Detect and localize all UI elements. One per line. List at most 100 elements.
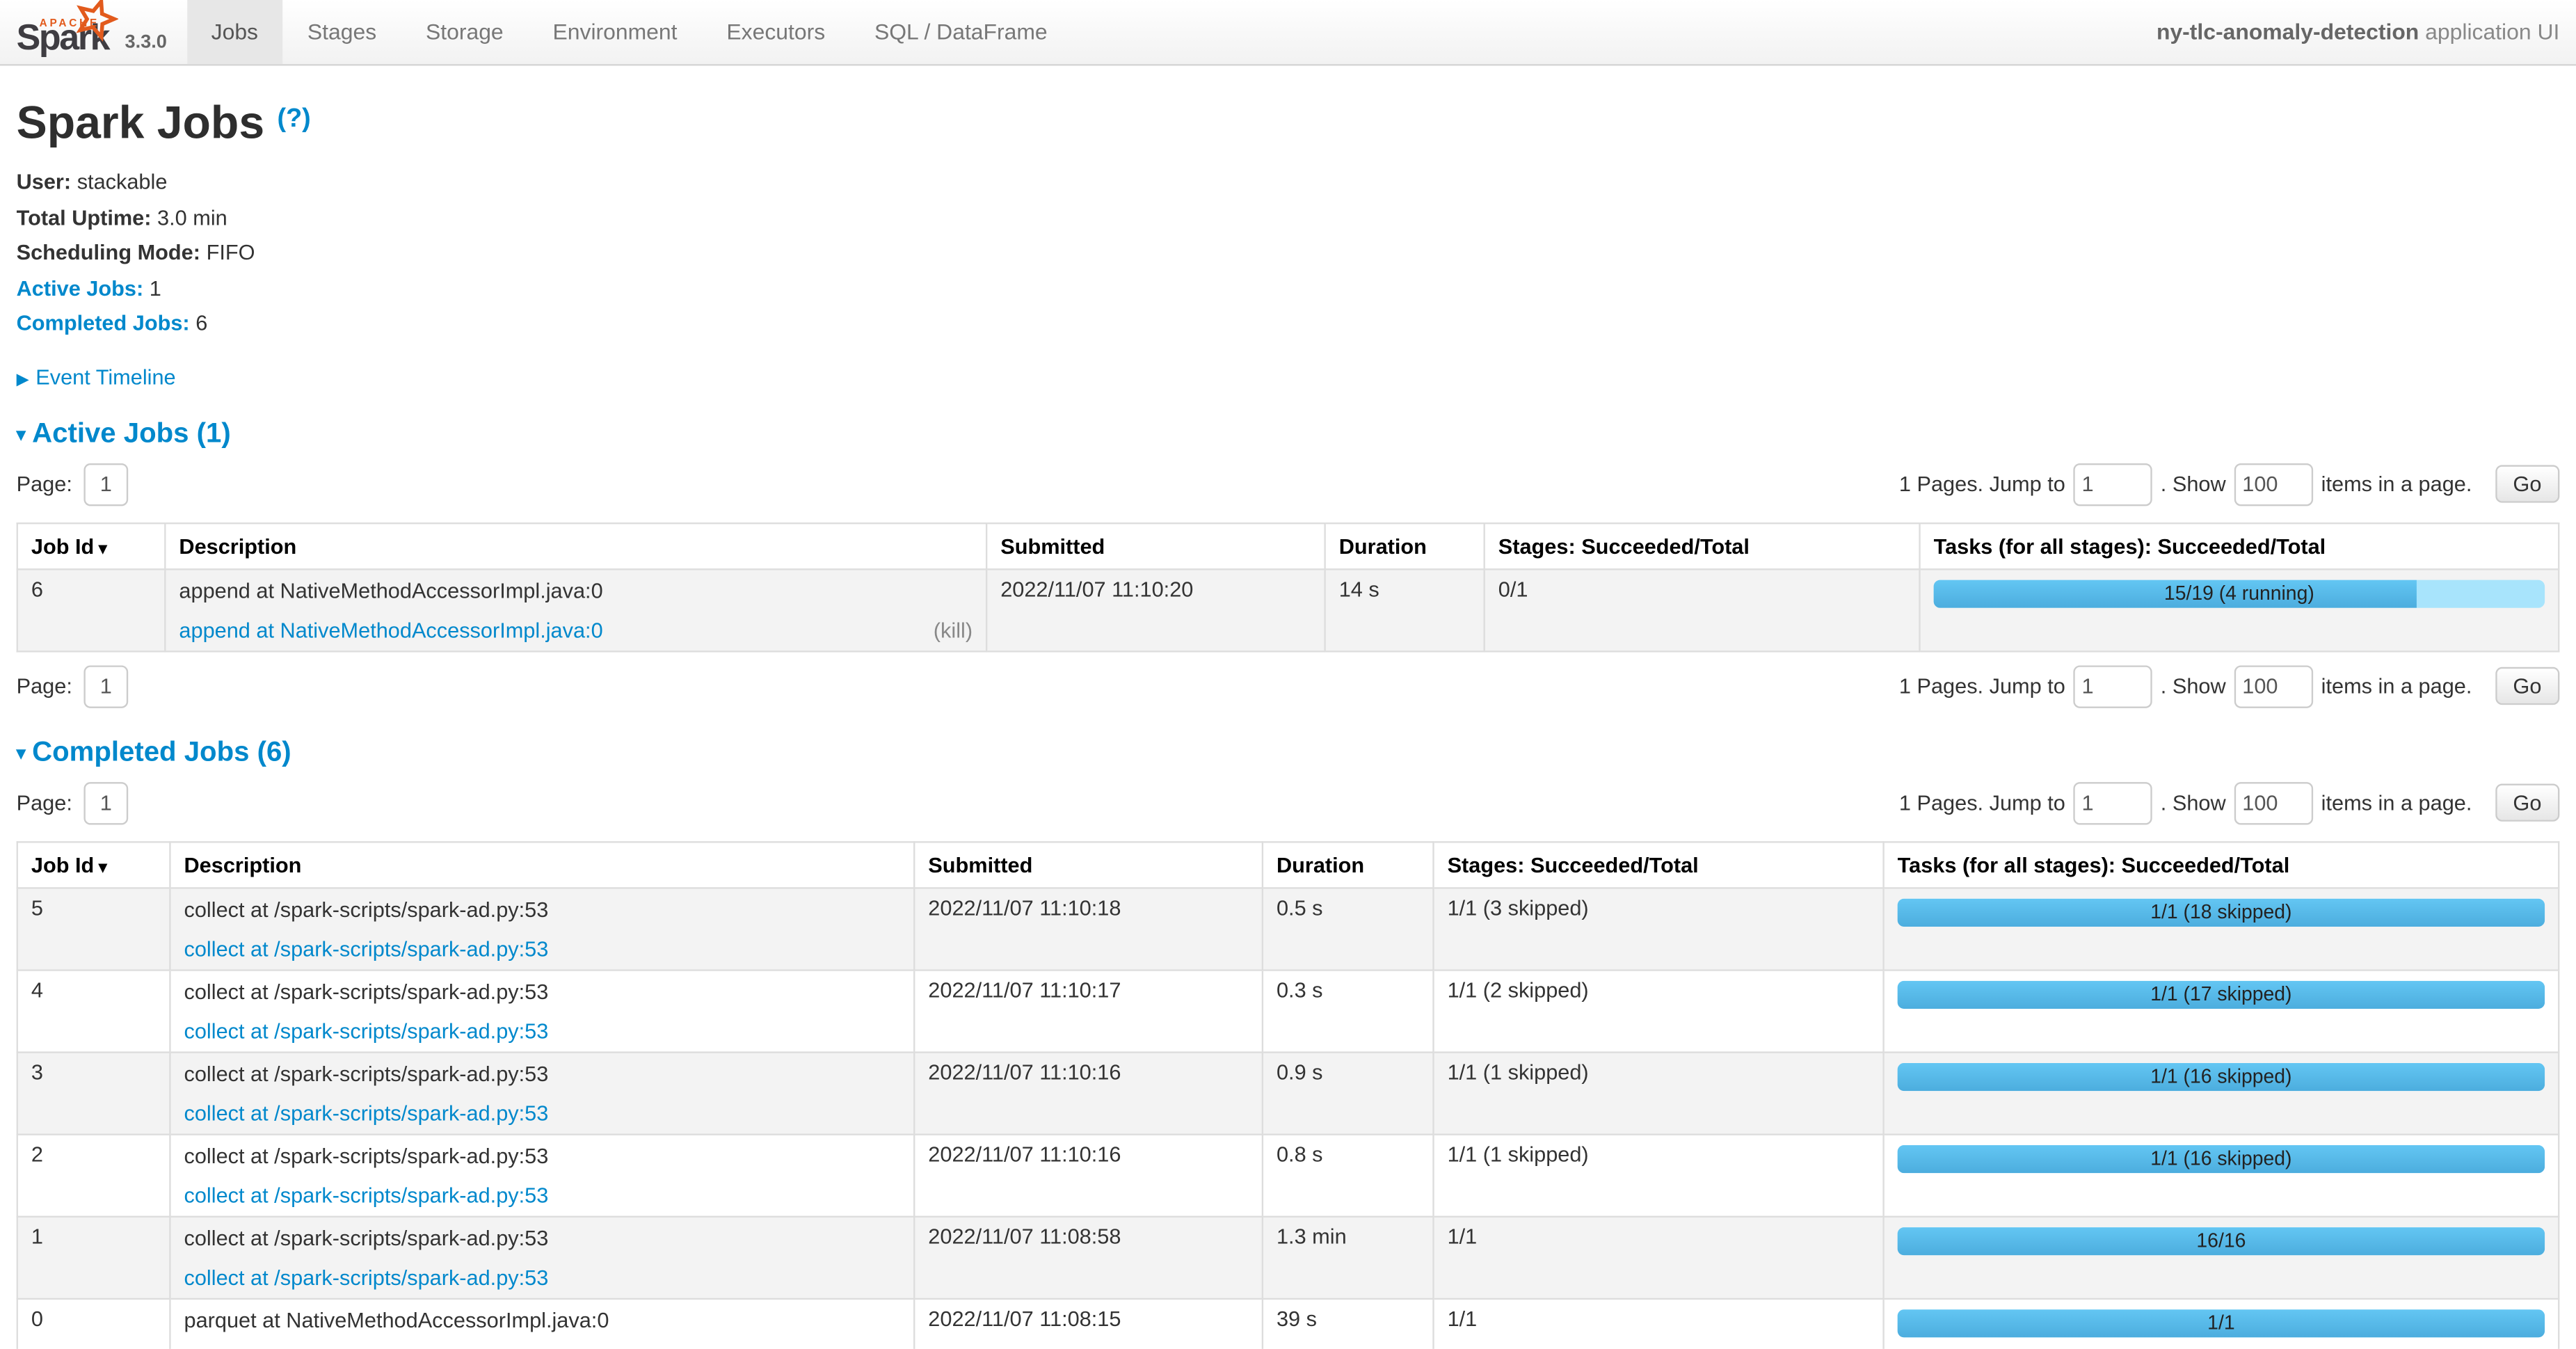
job-description: collect at /spark-scripts/spark-ad.py:53 — [184, 977, 900, 1005]
page-size-input[interactable] — [2234, 664, 2312, 707]
completed-job-row: 0 parquet at NativeMethodAccessorImpl.ja… — [17, 1298, 2559, 1349]
job-description: collect at /spark-scripts/spark-ad.py:53 — [184, 1059, 900, 1087]
duration-cell: 0.5 s — [1263, 887, 1434, 969]
duration-cell: 39 s — [1263, 1298, 1434, 1349]
column-header-duration[interactable]: Duration — [1325, 522, 1485, 568]
column-header-description[interactable]: Description — [170, 841, 914, 887]
page-size-input[interactable] — [2234, 463, 2312, 505]
job-id-cell: 0 — [17, 1298, 170, 1349]
page-number-input[interactable] — [83, 781, 128, 824]
job-id-cell: 3 — [17, 1051, 170, 1133]
completed-job-row: 2 collect at /spark-scripts/spark-ad.py:… — [17, 1134, 2559, 1216]
active-jobs-table-body: 6 append at NativeMethodAccessorImpl.jav… — [17, 568, 2559, 650]
jump-to-page-input[interactable] — [2074, 781, 2152, 824]
submitted-cell: 2022/11/07 11:10:18 — [914, 887, 1263, 969]
job-description-link[interactable]: collect at /spark-scripts/spark-ad.py:53 — [184, 1016, 548, 1044]
tab-sql-dataframe[interactable]: SQL / DataFrame — [850, 0, 1073, 64]
column-header-duration[interactable]: Duration — [1263, 841, 1434, 887]
page-label: Page: — [17, 790, 72, 815]
active-jobs-section: ▾Active Jobs (1) Page: 1 Pages. Jump to … — [17, 417, 2560, 708]
application-title: ny-tlc-anomaly-detection application UI — [2157, 0, 2559, 64]
completed-jobs-header[interactable]: ▾Completed Jobs (6) — [17, 735, 2560, 768]
kill-link[interactable]: (kill) — [934, 615, 973, 643]
go-button[interactable]: Go — [2495, 667, 2559, 705]
job-id-cell: 6 — [17, 568, 166, 650]
column-header-description[interactable]: Description — [165, 522, 986, 568]
tab-storage[interactable]: Storage — [401, 0, 529, 64]
event-timeline-toggle[interactable]: ▶Event Timeline — [17, 364, 2560, 388]
page-size-input[interactable] — [2234, 781, 2312, 824]
go-button[interactable]: Go — [2495, 465, 2559, 502]
job-description-link[interactable]: collect at /spark-scripts/spark-ad.py:53 — [184, 1181, 548, 1208]
spark-logo[interactable]: Spark APACHE 3.3.0 — [17, 0, 167, 64]
sort-desc-icon: ▾ — [94, 540, 106, 558]
stages-cell: 1/1 (3 skipped) — [1433, 887, 1883, 969]
tab-stages[interactable]: Stages — [282, 0, 401, 64]
collapse-icon: ▾ — [17, 744, 26, 763]
completed-jobs-table-header: Job Id ▾DescriptionSubmittedDurationStag… — [17, 841, 2559, 887]
job-description: collect at /spark-scripts/spark-ad.py:53 — [184, 1141, 900, 1169]
user-value: stackable — [77, 169, 168, 193]
go-button[interactable]: Go — [2495, 783, 2559, 821]
job-description-link[interactable]: append at NativeMethodAccessorImpl.java:… — [179, 615, 602, 643]
duration-cell: 0.9 s — [1263, 1051, 1434, 1133]
jump-to-page-input[interactable] — [2074, 463, 2152, 505]
column-header-job-id[interactable]: Job Id ▾ — [17, 522, 166, 568]
column-header-submitted[interactable]: Submitted — [986, 522, 1325, 568]
active-jobs-table: Job Id ▾DescriptionSubmittedDurationStag… — [17, 522, 2560, 652]
job-description-link[interactable]: parquet at NativeMethodAccessorImpl.java… — [184, 1345, 609, 1349]
column-header-tasks-for-all-stages-succeeded-total[interactable]: Tasks (for all stages): Succeeded/Total — [1884, 841, 2559, 887]
active-jobs-pager-bottom: Page: 1 Pages. Jump to . Show items in a… — [17, 664, 2560, 707]
header-row: Job Id ▾DescriptionSubmittedDurationStag… — [17, 522, 2559, 568]
jump-to-page-input[interactable] — [2074, 664, 2152, 707]
collapse-icon: ▾ — [17, 424, 26, 444]
description-cell: collect at /spark-scripts/spark-ad.py:53… — [170, 1134, 914, 1216]
active-jobs-header[interactable]: ▾Active Jobs (1) — [17, 417, 2560, 449]
help-link[interactable]: (?) — [277, 105, 310, 133]
page-number-input[interactable] — [83, 463, 128, 505]
progress-label: 16/16 — [1898, 1227, 2545, 1254]
tasks-cell: 1/1 (16 skipped) — [1884, 1134, 2559, 1216]
tab-executors[interactable]: Executors — [702, 0, 850, 64]
show-text: . Show — [2161, 472, 2226, 496]
application-name: ny-tlc-anomaly-detection — [2157, 19, 2419, 44]
stages-cell: 0/1 — [1485, 568, 1920, 650]
submitted-cell: 2022/11/07 11:10:16 — [914, 1134, 1263, 1216]
tasks-progress-bar: 16/16 — [1898, 1227, 2545, 1254]
completed-jobs-pager-top: Page: 1 Pages. Jump to . Show items in a… — [17, 781, 2560, 824]
job-description-link[interactable]: collect at /spark-scripts/spark-ad.py:53 — [184, 1099, 548, 1126]
summary-scheduling: Scheduling Mode: FIFO — [17, 240, 2560, 267]
job-description-link[interactable]: collect at /spark-scripts/spark-ad.py:53 — [184, 934, 548, 962]
summary-completed-jobs: Completed Jobs: 6 — [17, 310, 2560, 337]
submitted-cell: 2022/11/07 11:08:58 — [914, 1216, 1263, 1298]
uptime-label: Total Uptime: — [17, 205, 152, 229]
job-description: parquet at NativeMethodAccessorImpl.java… — [184, 1305, 900, 1333]
submitted-cell: 2022/11/07 11:08:15 — [914, 1298, 1263, 1349]
column-header-stages-succeeded-total[interactable]: Stages: Succeeded/Total — [1433, 841, 1883, 887]
column-header-submitted[interactable]: Submitted — [914, 841, 1263, 887]
tab-environment[interactable]: Environment — [528, 0, 702, 64]
items-in-page-text: items in a page. — [2321, 472, 2472, 496]
event-timeline-label: Event Timeline — [35, 364, 175, 388]
description-cell: collect at /spark-scripts/spark-ad.py:53… — [170, 1216, 914, 1298]
completed-jobs-section: ▾Completed Jobs (6) Page: 1 Pages. Jump … — [17, 735, 2560, 1349]
show-text: . Show — [2161, 673, 2226, 698]
page-number-input[interactable] — [83, 664, 128, 707]
tasks-cell: 1/1 (16 skipped) — [1884, 1051, 2559, 1133]
active-jobs-link[interactable]: Active Jobs: — [17, 276, 144, 300]
column-header-tasks-for-all-stages-succeeded-total[interactable]: Tasks (for all stages): Succeeded/Total — [1920, 522, 2559, 568]
summary-user: User: stackable — [17, 169, 2560, 196]
job-description: collect at /spark-scripts/spark-ad.py:53 — [184, 895, 900, 923]
column-header-job-id[interactable]: Job Id ▾ — [17, 841, 170, 887]
tab-jobs[interactable]: Jobs — [186, 0, 282, 64]
job-description-link[interactable]: collect at /spark-scripts/spark-ad.py:53 — [184, 1263, 548, 1291]
progress-label: 1/1 (17 skipped) — [1898, 980, 2545, 1008]
column-header-stages-succeeded-total[interactable]: Stages: Succeeded/Total — [1485, 522, 1920, 568]
active-jobs-table-header: Job Id ▾DescriptionSubmittedDurationStag… — [17, 522, 2559, 568]
completed-jobs-link[interactable]: Completed Jobs: — [17, 310, 190, 335]
tasks-cell: 1/1 (17 skipped) — [1884, 969, 2559, 1051]
spark-logo-mark: Spark APACHE — [17, 1, 118, 61]
tasks-progress-bar: 1/1 (16 skipped) — [1898, 1062, 2545, 1090]
description-cell: append at NativeMethodAccessorImpl.java:… — [165, 568, 986, 650]
summary-uptime: Total Uptime: 3.0 min — [17, 205, 2560, 232]
